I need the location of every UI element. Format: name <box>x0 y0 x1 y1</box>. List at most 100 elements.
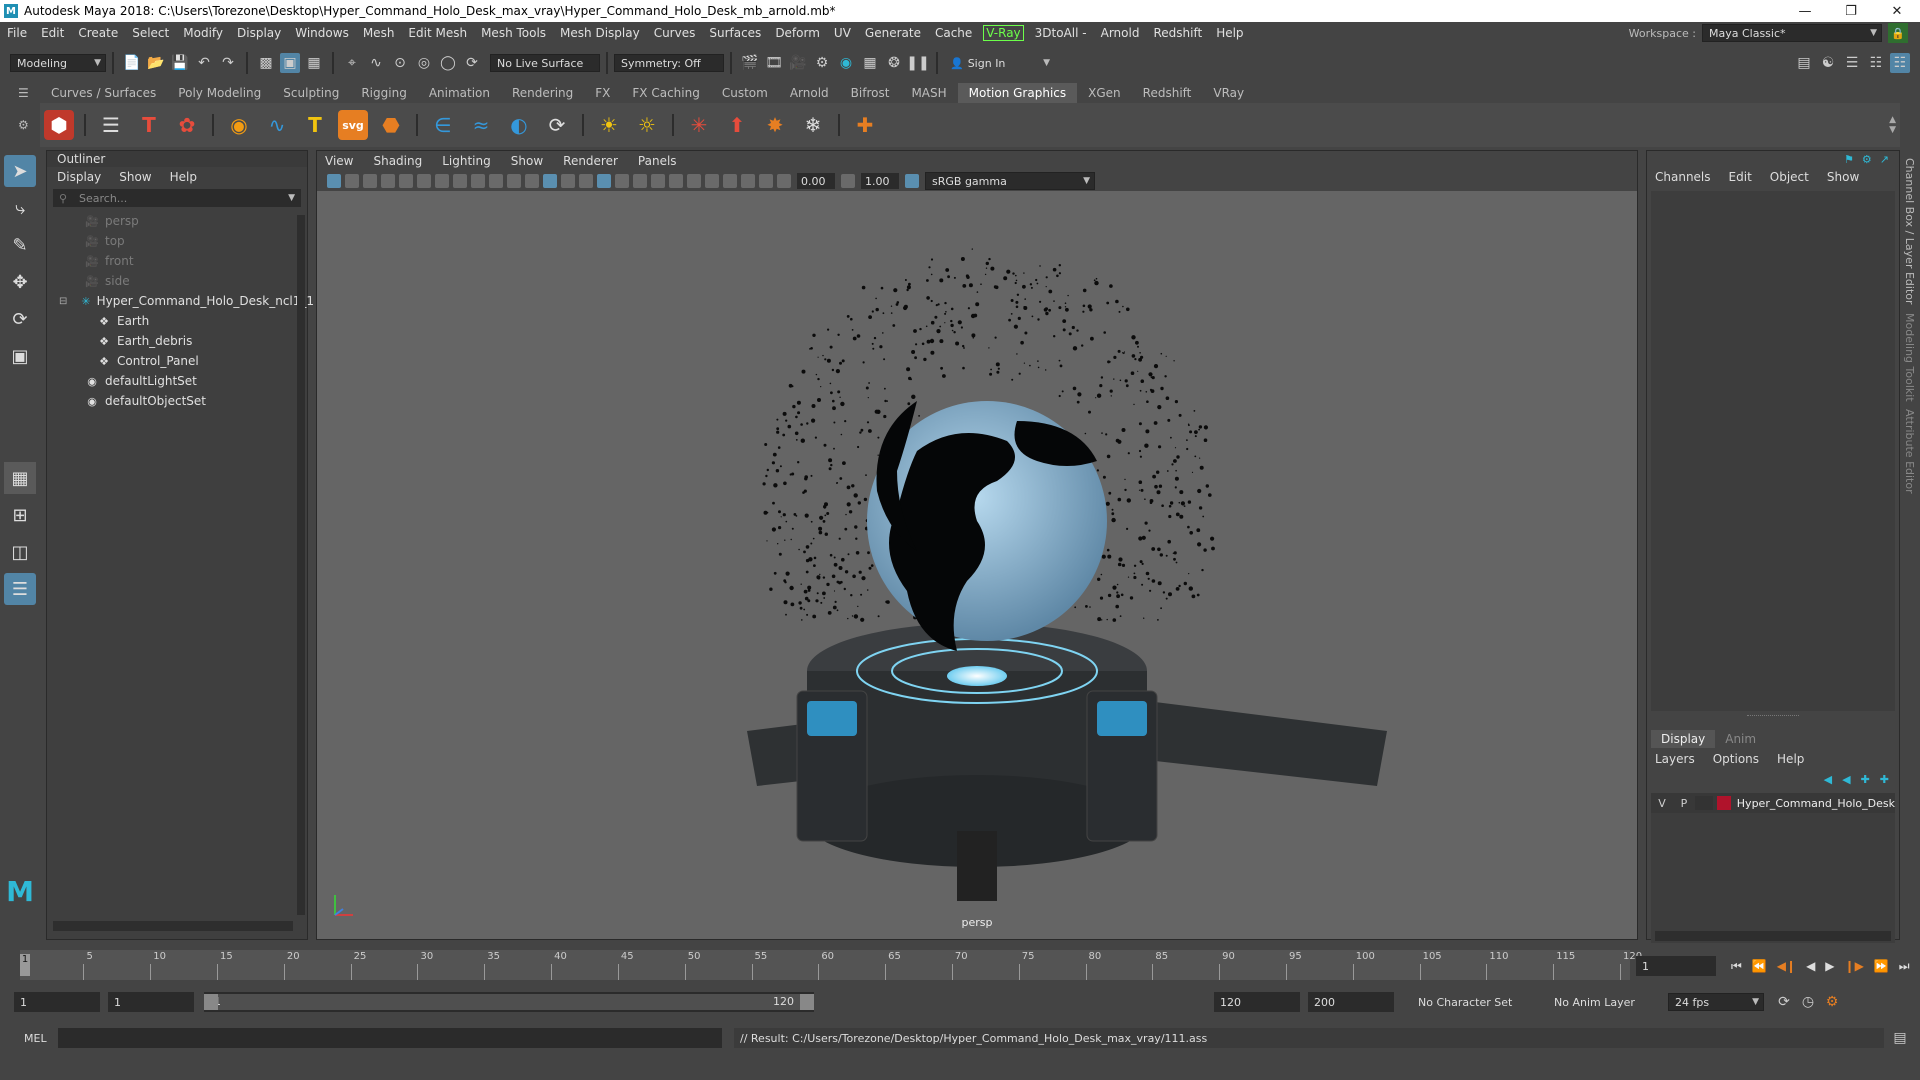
shelf-tab-fx-caching[interactable]: FX Caching <box>621 83 710 103</box>
isolate-select-icon[interactable] <box>723 174 737 188</box>
viewport-menu-shading[interactable]: Shading <box>373 154 422 168</box>
hypershade-icon[interactable]: ◉ <box>836 53 856 73</box>
menu-cache[interactable]: Cache <box>928 26 979 40</box>
undo-icon[interactable]: ↶ <box>194 53 214 73</box>
command-input[interactable] <box>58 1028 722 1048</box>
menu-generate[interactable]: Generate <box>858 26 928 40</box>
single-view-icon[interactable]: ▦ <box>4 462 36 494</box>
side-tab-attribute-editor[interactable]: Attribute Editor <box>1903 409 1916 494</box>
outliner-menu-help[interactable]: Help <box>170 170 197 184</box>
shelf-tab-rigging[interactable]: Rigging <box>350 83 417 103</box>
color-management-icon[interactable] <box>905 174 919 188</box>
tree-item-earth[interactable]: ❖ Earth <box>47 311 307 331</box>
field-chart-icon[interactable] <box>471 174 485 188</box>
bookmark-icon[interactable] <box>363 174 377 188</box>
tree-item-default-object-set[interactable]: ◉ defaultObjectSet <box>47 391 307 411</box>
layer-menu-help[interactable]: Help <box>1777 752 1804 766</box>
camera-select-icon[interactable] <box>327 174 341 188</box>
layer-tab-display[interactable]: Display <box>1651 730 1716 748</box>
depth-of-field-icon[interactable] <box>705 174 719 188</box>
viewport-menu-panels[interactable]: Panels <box>638 154 677 168</box>
anim-layer-dropdown[interactable]: No Anim Layer <box>1548 993 1658 1011</box>
channel-menu-channels[interactable]: Channels <box>1655 170 1711 184</box>
channel-settings-icon[interactable]: ⚙ <box>1862 153 1872 166</box>
safe-action-icon[interactable] <box>489 174 503 188</box>
bend-icon[interactable]: ◐ <box>504 110 534 140</box>
tree-item-default-light-set[interactable]: ◉ defaultLightSet <box>47 371 307 391</box>
shelf-tab-motion-graphics[interactable]: Motion Graphics <box>957 83 1078 103</box>
tree-item-control-panel[interactable]: ❖ Control_Panel <box>47 351 307 371</box>
menu-edit-mesh[interactable]: Edit Mesh <box>401 26 474 40</box>
ipr-render-icon[interactable]: 🎥 <box>788 53 808 73</box>
channel-box-area[interactable] <box>1651 191 1895 711</box>
channel-pin-icon[interactable]: ⚑ <box>1844 153 1854 166</box>
select-object-icon[interactable]: ▣ <box>280 53 300 73</box>
minimize-icon[interactable]: — <box>1782 4 1828 19</box>
outliner-horizontal-scrollbar[interactable] <box>53 921 293 931</box>
menu-redshift[interactable]: Redshift <box>1146 26 1209 40</box>
sphere-icon[interactable]: ◉ <box>224 110 254 140</box>
shelf-tab-rendering[interactable]: Rendering <box>501 83 584 103</box>
shelf-settings-icon[interactable]: ⚙ <box>18 118 34 134</box>
outliner-vertical-scrollbar[interactable] <box>297 215 305 915</box>
start-time-field[interactable]: 1 <box>14 992 100 1012</box>
chevron-down-icon[interactable]: ▼ <box>1889 125 1896 135</box>
twist-icon[interactable]: ⟳ <box>542 110 572 140</box>
move-layer-down-icon[interactable]: ◀ <box>1842 773 1850 786</box>
select-hierarchy-icon[interactable]: ▩ <box>256 53 276 73</box>
tree-item-front[interactable]: 🎥 front <box>47 251 307 271</box>
menu-mesh-display[interactable]: Mesh Display <box>553 26 647 40</box>
live-surface-field[interactable]: No Live Surface <box>490 54 600 72</box>
anti-aliasing-icon[interactable] <box>687 174 701 188</box>
menu-uv[interactable]: UV <box>827 26 858 40</box>
current-time-marker[interactable]: 1 <box>20 954 30 976</box>
render-settings-icon[interactable]: ⚙ <box>812 53 832 73</box>
pause-icon[interactable]: ❚❚ <box>906 53 929 73</box>
resolution-gate-icon[interactable] <box>435 174 449 188</box>
end-time-field[interactable]: 200 <box>1308 992 1394 1012</box>
outliner-menu-display[interactable]: Display <box>57 170 101 184</box>
new-layer-icon[interactable]: ✚ <box>1861 773 1870 786</box>
two-view-icon[interactable]: ◫ <box>4 536 36 568</box>
range-slider[interactable]: 1 120 <box>204 992 814 1012</box>
view-transform-dropdown[interactable]: sRGB gamma ▼ <box>925 172 1095 190</box>
character-controls-icon[interactable]: ☯ <box>1818 53 1838 73</box>
layer-color-swatch[interactable] <box>1716 796 1731 810</box>
tree-item-persp[interactable]: 🎥 persp <box>47 211 307 231</box>
list-icon[interactable]: ☰ <box>96 110 126 140</box>
layer-tab-anim[interactable]: Anim <box>1715 730 1766 748</box>
layer-row[interactable]: V P Hyper_Command_Holo_Desk <box>1651 793 1895 813</box>
side-tab-modeling-toolkit[interactable]: Modeling Toolkit <box>1903 313 1916 402</box>
wave-icon[interactable]: ≈ <box>466 110 496 140</box>
shelf-tab-vray[interactable]: VRay <box>1202 83 1255 103</box>
safe-title-icon[interactable] <box>507 174 521 188</box>
tree-item-earth-debris[interactable]: ❖ Earth_debris <box>47 331 307 351</box>
shelf-tab-bifrost[interactable]: Bifrost <box>840 83 901 103</box>
move-tool-icon[interactable]: ✥ <box>4 266 36 298</box>
viewport-scene[interactable] <box>317 191 1637 939</box>
collapse-icon[interactable]: ⊟ <box>59 296 67 307</box>
gamma-field[interactable]: 1.00 <box>861 173 899 189</box>
menu-curves[interactable]: Curves <box>647 26 703 40</box>
ambient-occlusion-icon[interactable] <box>651 174 665 188</box>
open-scene-icon[interactable]: 📂 <box>146 53 166 73</box>
script-editor-icon[interactable]: ▤ <box>1890 1028 1910 1048</box>
xray-joints-icon[interactable] <box>759 174 773 188</box>
maya-home-icon[interactable]: M <box>4 875 36 908</box>
channel-menu-show[interactable]: Show <box>1827 170 1859 184</box>
close-icon[interactable]: ✕ <box>1874 4 1920 19</box>
chevron-up-icon[interactable]: ▲ <box>1889 115 1896 125</box>
shelf-tab-animation[interactable]: Animation <box>418 83 501 103</box>
menu-windows[interactable]: Windows <box>288 26 356 40</box>
shelf-tab-mash[interactable]: MASH <box>900 83 957 103</box>
tree-item-side[interactable]: 🎥 side <box>47 271 307 291</box>
outliner-layout-icon[interactable]: ☰ <box>4 573 36 605</box>
paint-icon[interactable]: ✿ <box>172 110 202 140</box>
channel-expand-icon[interactable]: ↗ <box>1880 153 1889 166</box>
restore-icon[interactable]: ❐ <box>1828 4 1874 19</box>
loop-icon[interactable]: ⟳ <box>1774 992 1794 1012</box>
step-forward-frame-icon[interactable]: ❙▶ <box>1845 959 1864 973</box>
snap-view-icon[interactable]: ◎ <box>414 53 434 73</box>
outliner-menu-show[interactable]: Show <box>119 170 151 184</box>
menu-file[interactable]: File <box>0 26 34 40</box>
